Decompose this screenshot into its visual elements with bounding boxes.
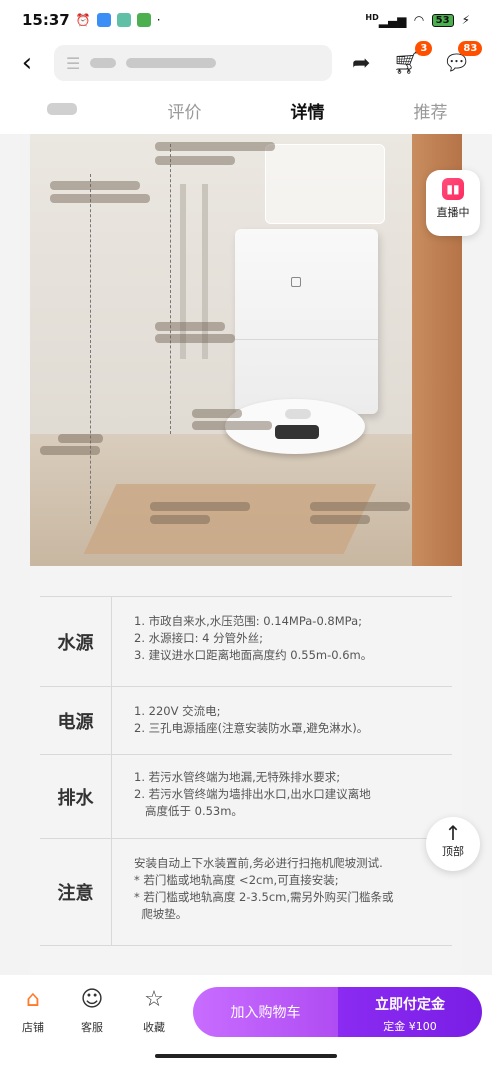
signal-icon: HD▂▄▆ — [365, 12, 407, 28]
spec-label: 电源 — [40, 687, 112, 754]
spec-label: 水源 — [40, 597, 112, 686]
blurred-annotation — [155, 322, 225, 331]
favorite-button[interactable]: ☆ 收藏 — [129, 987, 179, 1035]
pay-deposit-label: 立即付定金 — [375, 997, 445, 1013]
spec-row-drainage: 排水 1. 若污水管终端为地漏,无特殊排水要求; 2. 若污水管终端为墙排出水口… — [40, 754, 452, 838]
home-indicator[interactable] — [155, 1054, 337, 1058]
notification-icons: ⏰ · — [76, 13, 161, 27]
app-notification-icon — [116, 13, 131, 27]
back-button[interactable]: ‹ — [0, 48, 54, 78]
top-header: ‹ ☰ ➦ 🛒︎ 3 💬︎ 83 — [0, 40, 492, 86]
bottom-action-bar: ⌂ 店铺 ☺ 客服 ☆ 收藏 加入购物车 立即付定金 定金 ¥100 — [0, 975, 492, 1066]
cart-badge: 3 — [415, 40, 433, 56]
shop-label: 店铺 — [22, 1021, 44, 1034]
back-to-top-label: 顶部 — [442, 845, 464, 858]
blurred-annotation — [50, 194, 150, 203]
system-icons: HD▂▄▆ ◠ 53 ⚡ — [365, 13, 470, 28]
message-badge: 83 — [458, 40, 483, 56]
blurred-text — [126, 58, 217, 68]
battery-icon: 53 — [431, 13, 454, 27]
blurred-annotation — [192, 409, 242, 418]
blurred-annotation — [155, 334, 235, 343]
dot-icon: · — [156, 13, 161, 27]
station-lid — [265, 144, 385, 224]
spec-text: 1. 若污水管终端为地漏,无特殊排水要求; 2. 若污水管终端为墙排出水口,出水… — [134, 770, 371, 818]
pay-deposit-button[interactable]: 立即付定金 定金 ¥100 — [338, 987, 482, 1037]
cart-icon: 🛒︎ — [392, 50, 421, 76]
spec-text: 1. 220V 交流电; 2. 三孔电源插座(注意安装防水罩,避免淋水)。 — [134, 704, 369, 735]
customer-service-button[interactable]: ☺ 客服 — [67, 987, 117, 1035]
robot-bumper — [275, 425, 319, 439]
spec-label: 注意 — [40, 839, 112, 945]
blurred-annotation — [40, 446, 100, 455]
shop-button[interactable]: ⌂ 店铺 — [8, 987, 58, 1035]
blurred-text — [90, 58, 117, 68]
arrow-up-icon: ↑ — [444, 821, 462, 845]
dimension-line — [90, 174, 91, 524]
blurred-annotation — [310, 502, 410, 511]
status-time: 15:37 — [22, 11, 70, 29]
base-station — [235, 229, 378, 414]
share-icon: ➦ — [352, 50, 371, 76]
water-pipe — [202, 184, 208, 359]
tab-product[interactable] — [0, 100, 123, 120]
dimension-line — [170, 144, 171, 434]
service-icon: ☺ — [80, 987, 104, 1012]
brand-logo — [291, 277, 301, 287]
back-to-top-button[interactable]: ↑ 顶部 — [426, 817, 480, 871]
blurred-annotation — [150, 502, 250, 511]
lidar-cap — [285, 409, 311, 419]
live-label: 直播中 — [436, 206, 470, 219]
spec-row-water: 水源 1. 市政自来水,水压范围: 0.14MPa-0.8MPa; 2. 水源接… — [40, 596, 452, 686]
app-notification-icon — [96, 13, 111, 27]
shop-icon: ⌂ — [26, 987, 40, 1012]
deposit-amount: 定金 ¥100 — [383, 1020, 437, 1033]
spec-row-notice: 注意 安装自动上下水装置前,务必进行扫拖机爬坡测试. * 若门槛或地轨高度 <2… — [40, 838, 452, 946]
message-button[interactable]: 💬︎ 83 — [442, 40, 483, 76]
header-actions: ➦ 🛒︎ 3 💬︎ 83 — [352, 40, 483, 76]
add-to-cart-button[interactable]: 加入购物车 — [193, 987, 338, 1037]
blurred-text — [46, 103, 77, 115]
blurred-annotation — [155, 142, 275, 151]
star-icon: ☆ — [144, 987, 164, 1012]
menu-icon: ☰ — [66, 53, 81, 73]
blurred-annotation — [150, 515, 210, 524]
app-root: 15:37 ⏰ · HD▂▄▆ ◠ 53 ⚡ ‹ ☰ ➦ 🛒︎ 3 💬︎ 83 … — [0, 0, 492, 1066]
blurred-annotation — [58, 434, 103, 443]
blurred-annotation — [155, 156, 235, 165]
share-button[interactable]: ➦ — [352, 51, 370, 76]
tab-recommend[interactable]: 推荐 — [369, 98, 492, 123]
alarm-icon: ⏰ — [75, 13, 91, 27]
live-icon: ▮▮ — [442, 178, 464, 200]
station-seam — [235, 339, 378, 340]
detail-card: 水源 1. 市政自来水,水压范围: 0.14MPa-0.8MPa; 2. 水源接… — [30, 134, 462, 974]
tab-bar: 评价 详情 推荐 — [0, 86, 492, 134]
blurred-annotation — [310, 515, 370, 524]
spec-label: 排水 — [40, 755, 112, 838]
spec-table: 水源 1. 市政自来水,水压范围: 0.14MPa-0.8MPa; 2. 水源接… — [40, 596, 452, 946]
blurred-annotation — [192, 421, 272, 430]
blurred-annotation — [50, 181, 140, 190]
wifi-icon: ◠ — [414, 13, 424, 27]
tab-details[interactable]: 详情 — [246, 98, 369, 123]
spec-text: 1. 市政自来水,水压范围: 0.14MPa-0.8MPa; 2. 水源接口: … — [134, 614, 373, 662]
water-pipe — [180, 184, 186, 359]
cart-button[interactable]: 🛒︎ 3 — [392, 40, 433, 76]
charging-icon: ⚡ — [461, 13, 470, 27]
status-bar: 15:37 ⏰ · HD▂▄▆ ◠ 53 ⚡ — [0, 0, 492, 40]
app-notification-icon — [136, 13, 151, 27]
tab-reviews[interactable]: 评价 — [123, 98, 246, 123]
product-photo — [30, 134, 462, 566]
search-bar[interactable]: ☰ — [54, 45, 332, 81]
live-stream-button[interactable]: ▮▮ 直播中 — [426, 170, 480, 236]
service-label: 客服 — [81, 1021, 103, 1034]
favorite-label: 收藏 — [143, 1021, 165, 1034]
back-icon: ‹ — [21, 48, 33, 78]
spec-text: 安装自动上下水装置前,务必进行扫拖机爬坡测试. * 若门槛或地轨高度 <2cm,… — [134, 856, 394, 921]
purchase-buttons: 加入购物车 立即付定金 定金 ¥100 — [193, 987, 482, 1037]
spec-row-power: 电源 1. 220V 交流电; 2. 三孔电源插座(注意安装防水罩,避免淋水)。 — [40, 686, 452, 754]
